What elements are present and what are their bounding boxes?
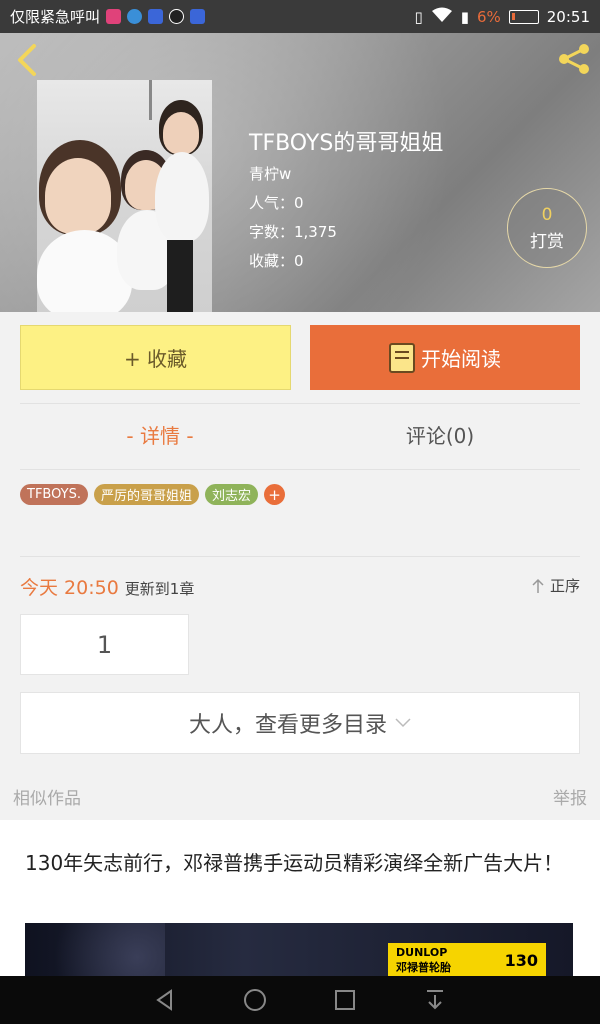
notification-pulldown-icon[interactable] xyxy=(423,988,447,1012)
battery-icon xyxy=(508,9,539,24)
headphone-icon xyxy=(169,9,185,24)
divider xyxy=(20,469,580,470)
ad-brand: DUNLOP xyxy=(396,945,448,959)
book-author[interactable]: 青柠w xyxy=(249,163,291,184)
similar-works-heading: 相似作品 xyxy=(13,789,81,809)
update-description: 更新到1章 xyxy=(124,580,195,598)
back-icon[interactable] xyxy=(12,43,42,77)
tag-item[interactable]: 严厉的哥哥姐姐 xyxy=(93,484,199,505)
vibrate-icon: ▯ xyxy=(414,7,423,26)
recents-nav-icon[interactable] xyxy=(333,988,357,1012)
book-icon xyxy=(389,342,415,373)
ad-brand-mark: 130 xyxy=(504,950,538,970)
update-time: 今天 20:50 xyxy=(20,577,119,599)
chevron-down-icon xyxy=(395,718,411,728)
sort-order-label: 正序 xyxy=(549,577,580,595)
report-link[interactable]: 举报 xyxy=(553,784,587,809)
chapter-item[interactable]: 1 xyxy=(20,614,189,675)
start-reading-label: 开始阅读 xyxy=(421,347,501,371)
reward-count: 0 xyxy=(541,204,553,225)
baidu-icon xyxy=(148,9,164,24)
tag-item[interactable]: TFBOYS. xyxy=(20,484,88,505)
sim-icon: ▮ xyxy=(460,7,469,26)
wifi-icon xyxy=(431,7,453,27)
ad-card[interactable]: 130年矢志前行，邓禄普携手运动员精彩演绎全新广告大片！ DUNLOP 邓禄普轮… xyxy=(0,820,600,980)
home-nav-icon[interactable] xyxy=(243,988,267,1012)
divider xyxy=(20,403,580,404)
app-notification-icon xyxy=(106,9,122,24)
back-nav-icon[interactable] xyxy=(153,988,177,1012)
app-notification-icon xyxy=(127,9,143,24)
add-tag-button[interactable]: + xyxy=(264,484,285,505)
book-popularity: 人气：0 xyxy=(249,194,304,212)
tag-item[interactable]: 刘志宏 xyxy=(204,484,258,505)
book-header: TFBOYS的哥哥姐姐 青柠w 人气：0 字数：1,375 收藏：0 0 打赏 xyxy=(0,33,600,312)
collect-button[interactable]: + 收藏 xyxy=(20,325,291,390)
tab-details[interactable]: - 详情 - xyxy=(20,420,300,449)
ad-brand-cn: 邓禄普轮胎 xyxy=(396,960,451,974)
more-catalog-button[interactable]: 大人，查看更多目录 xyxy=(20,692,580,754)
book-word-count: 字数：1,375 xyxy=(249,223,337,241)
sort-order-button[interactable]: 正序 xyxy=(532,575,580,596)
start-reading-button[interactable]: 开始阅读 xyxy=(310,325,580,390)
carrier-text: 仅限紧急呼叫 xyxy=(10,8,101,26)
baidu-icon xyxy=(190,9,206,24)
status-bar: 仅限紧急呼叫 ▯ ▮ 6% 20:51 xyxy=(0,0,600,33)
share-icon[interactable] xyxy=(556,41,592,77)
ad-text[interactable]: 130年矢志前行，邓禄普携手运动员精彩演绎全新广告大片！ xyxy=(25,847,575,879)
tag-list: TFBOYS. 严厉的哥哥姐姐 刘志宏 + xyxy=(20,484,285,505)
dunlop-logo: DUNLOP 邓禄普轮胎 130 xyxy=(388,943,546,977)
battery-percent: 6% xyxy=(476,7,501,26)
book-title: TFBOYS的哥哥姐姐 xyxy=(249,131,444,156)
book-cover-image[interactable] xyxy=(37,80,212,312)
reward-button[interactable]: 0 打赏 xyxy=(507,188,587,268)
book-favorites: 收藏：0 xyxy=(249,252,304,270)
more-catalog-label: 大人，查看更多目录 xyxy=(188,713,387,738)
update-info: 今天 20:50 更新到1章 xyxy=(20,573,194,600)
system-navigation-bar xyxy=(0,976,600,1024)
tab-comments[interactable]: 评论(0) xyxy=(300,420,580,449)
reward-label: 打赏 xyxy=(530,231,564,252)
arrow-up-icon xyxy=(532,578,544,593)
clock: 20:51 xyxy=(546,7,590,26)
ad-image[interactable]: DUNLOP 邓禄普轮胎 130 xyxy=(25,923,573,980)
divider xyxy=(20,556,580,557)
